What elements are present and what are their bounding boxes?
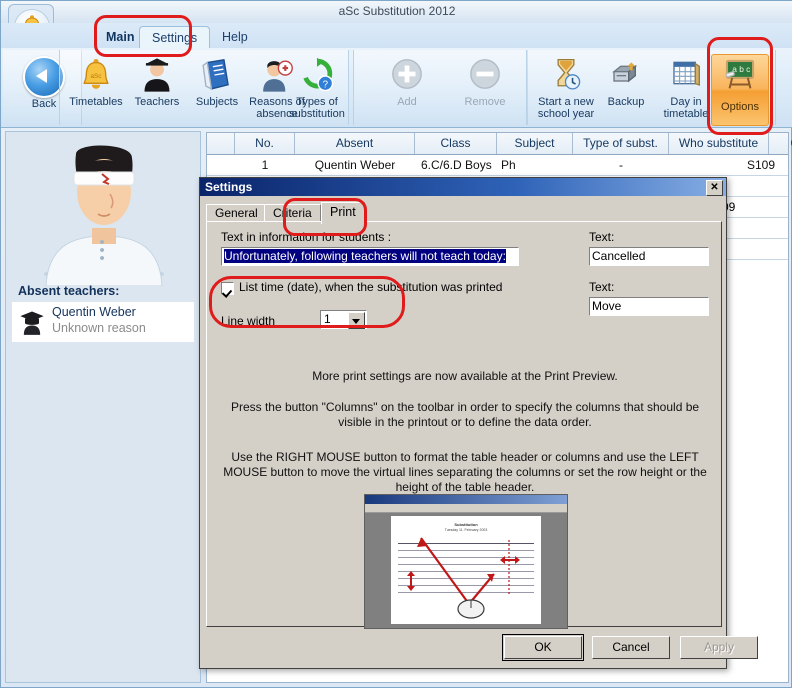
ribbon-toolbar: Back aSc Timetables Teachers Subjects Re… xyxy=(1,48,792,128)
cancelled-text-value: Cancelled xyxy=(592,249,646,263)
calendar-icon xyxy=(673,61,700,86)
bell-icon: aSc xyxy=(83,58,109,89)
table-header-row: No. Absent Class Subject Type of subst. … xyxy=(207,133,792,155)
settings-dialog: Settings ✕ General Criteria Print Text i… xyxy=(199,177,758,669)
cell-class: 6.C/6.D Boys xyxy=(421,158,492,172)
students-text-value: Unfortunately, following teachers will n… xyxy=(224,249,506,263)
chevron-down-icon[interactable] xyxy=(348,312,365,329)
absent-teachers-heading: Absent teachers: xyxy=(18,284,120,298)
list-time-label: List time (date), when the substitution … xyxy=(239,280,503,294)
teacher-icon xyxy=(144,58,170,92)
blackboard-abc-icon: a b c xyxy=(725,59,755,89)
col-class[interactable]: Class xyxy=(415,133,497,154)
hourglass-clock-icon xyxy=(557,58,581,90)
remove-label: Remove xyxy=(464,96,506,108)
subjects-button[interactable]: Subjects xyxy=(186,54,248,124)
preview-toolbar xyxy=(365,504,567,513)
plus-circle-icon xyxy=(392,59,422,89)
move-text-input[interactable]: Move xyxy=(589,297,709,316)
svg-text:?: ? xyxy=(323,79,329,90)
print-preview-illustration: Substitution Tuesday 11. February 2003 xyxy=(364,494,568,629)
move-text-value: Move xyxy=(592,299,622,313)
ribbon-group-edit: Add Remove xyxy=(353,50,528,125)
timetables-button[interactable]: aSc Timetables xyxy=(65,54,127,124)
dialog-button-row: OK Cancel Apply xyxy=(200,634,758,661)
info-text-2: Press the button "Columns" on the toolba… xyxy=(230,400,700,429)
book-icon xyxy=(202,58,229,91)
col-type-of-subst[interactable]: Type of subst. xyxy=(573,133,669,154)
preview-annotation-arrows xyxy=(407,537,520,619)
start-new-school-year-button[interactable]: Start a new school year xyxy=(535,54,597,124)
window-title: aSc Substitution 2012 xyxy=(338,4,456,18)
remove-button[interactable]: Remove xyxy=(454,54,516,124)
list-time-checkbox[interactable] xyxy=(221,282,234,295)
list-item[interactable]: Quentin Weber Unknown reason xyxy=(12,302,194,342)
svg-text:a b c: a b c xyxy=(732,64,750,74)
ribbon-group-master-data: aSc Timetables Teachers Subjects Reasons… xyxy=(59,50,349,125)
preview-page: Substitution Tuesday 11. February 2003 xyxy=(391,516,541,624)
dialog-titlebar: Settings ✕ xyxy=(200,178,726,196)
green-arrows-icon: ? xyxy=(303,57,334,92)
students-text-label: Text in information for students : xyxy=(221,230,392,244)
types-of-substitution-button[interactable]: ? Types of substitution xyxy=(286,54,348,124)
cell-no: 1 xyxy=(261,158,269,172)
cell-classroom: S109 xyxy=(746,158,776,172)
window-titlebar: aSc Substitution 2012 xyxy=(1,1,792,24)
ok-button[interactable]: OK xyxy=(502,634,584,661)
col-select[interactable] xyxy=(207,133,235,154)
absent-teachers-sidebar: Absent teachers: Quentin Weber Unknown r… xyxy=(5,131,201,683)
day-in-timetable-button[interactable]: Day in timetable xyxy=(655,54,717,124)
teachers-button[interactable]: Teachers xyxy=(126,54,188,124)
list-item-name: Quentin Weber xyxy=(52,305,136,319)
apply-button[interactable]: Apply xyxy=(680,636,758,659)
graduate-cap-icon xyxy=(20,311,44,335)
line-width-select[interactable]: 1 xyxy=(320,310,367,329)
print-tab-panel: Text in information for students : Unfor… xyxy=(206,221,722,629)
text-label-1: Text: xyxy=(589,230,615,244)
options-button[interactable]: a b c Options xyxy=(711,54,769,126)
info-text-3: Use the RIGHT MOUSE button to format the… xyxy=(223,450,707,494)
add-label: Add xyxy=(397,96,417,108)
info-text-1: More print settings are now available at… xyxy=(312,369,618,383)
cell-absent: Quentin Weber xyxy=(314,158,396,172)
dialog-tabstrip: General Criteria Print xyxy=(206,202,722,224)
application-window: aSc Substitution 2012 aSc Main Settings … xyxy=(0,0,792,688)
backup-button[interactable]: Backup xyxy=(595,54,657,124)
tab-print[interactable]: Print xyxy=(321,202,365,224)
students-text-input[interactable]: Unfortunately, following teachers will n… xyxy=(221,247,519,266)
text-label-2: Text: xyxy=(589,280,615,294)
minus-circle-icon xyxy=(470,59,500,89)
menu-tab-strip: Main Settings Help xyxy=(1,23,792,51)
tab-help[interactable]: Help xyxy=(210,27,260,48)
table-row[interactable]: 1 Quentin Weber 6.C/6.D Boys Ph - S109 xyxy=(207,155,788,176)
dialog-title: Settings xyxy=(205,180,253,194)
col-absent[interactable]: Absent xyxy=(295,133,415,154)
close-icon[interactable]: ✕ xyxy=(706,180,723,196)
col-who-substitute[interactable]: Who substitute xyxy=(669,133,769,154)
absent-teachers-list: Quentin Weber Unknown reason xyxy=(12,302,194,342)
list-item-reason: Unknown reason xyxy=(52,321,146,335)
col-classroom[interactable]: Classroom xyxy=(769,133,792,154)
types-of-substitution-label: Types of substitution xyxy=(289,96,345,120)
cancelled-text-input[interactable]: Cancelled xyxy=(589,247,709,266)
line-width-value: 1 xyxy=(324,312,331,326)
backup-disk-icon xyxy=(612,62,638,83)
cancel-button[interactable]: Cancel xyxy=(592,636,670,659)
col-no[interactable]: No. xyxy=(235,133,295,154)
timetables-label: Timetables xyxy=(69,96,123,108)
ribbon-group-tools: Start a new school year Backup Day in ti… xyxy=(526,50,776,126)
injured-teacher-icon xyxy=(6,136,200,287)
svg-text:aSc: aSc xyxy=(91,73,103,80)
line-width-label: Line width xyxy=(221,314,276,328)
add-button[interactable]: Add xyxy=(376,54,438,124)
cell-subject: Ph xyxy=(501,158,516,172)
options-label: Options xyxy=(721,101,759,113)
preview-titlebar xyxy=(365,495,567,504)
cell-type: - xyxy=(619,158,623,172)
col-subject[interactable]: Subject xyxy=(497,133,573,154)
